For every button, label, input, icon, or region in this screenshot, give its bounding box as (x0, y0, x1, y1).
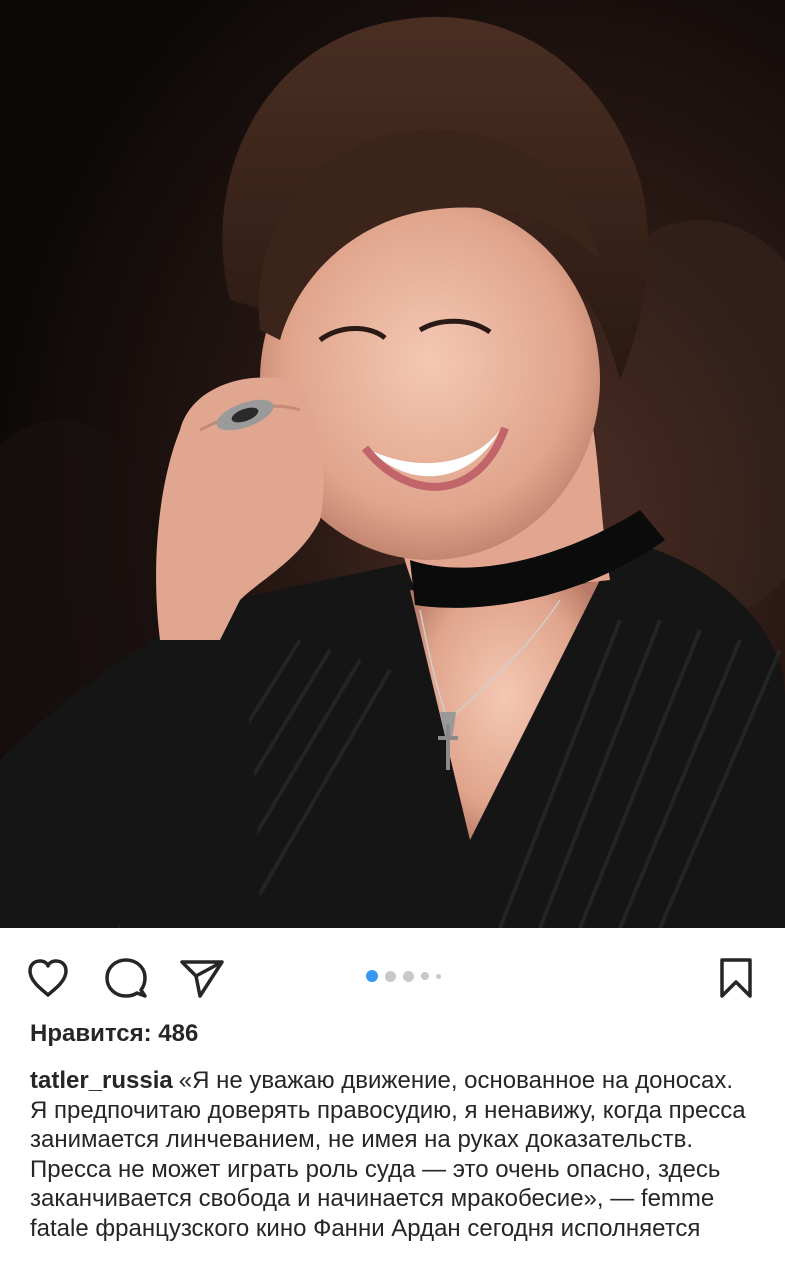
heart-icon[interactable] (24, 954, 72, 1002)
portrait-illustration (0, 0, 785, 928)
post-actions-bar (0, 928, 785, 1020)
bookmark-icon[interactable] (712, 954, 760, 1002)
carousel-dot (366, 970, 378, 982)
carousel-indicator (366, 970, 441, 982)
comment-icon[interactable] (102, 954, 150, 1002)
likes-count[interactable]: Нравится: 486 (30, 1020, 198, 1048)
caption-username[interactable]: tatler_russia (30, 1067, 173, 1094)
carousel-dot (436, 973, 441, 979)
carousel-dot (385, 970, 396, 982)
carousel-dot (403, 970, 414, 982)
paper-plane-icon[interactable] (178, 954, 226, 1002)
post-photo[interactable] (0, 0, 785, 928)
carousel-dot (421, 972, 429, 980)
post-caption: tatler_russia «Я не уважаю движение, осно… (30, 1066, 755, 1243)
